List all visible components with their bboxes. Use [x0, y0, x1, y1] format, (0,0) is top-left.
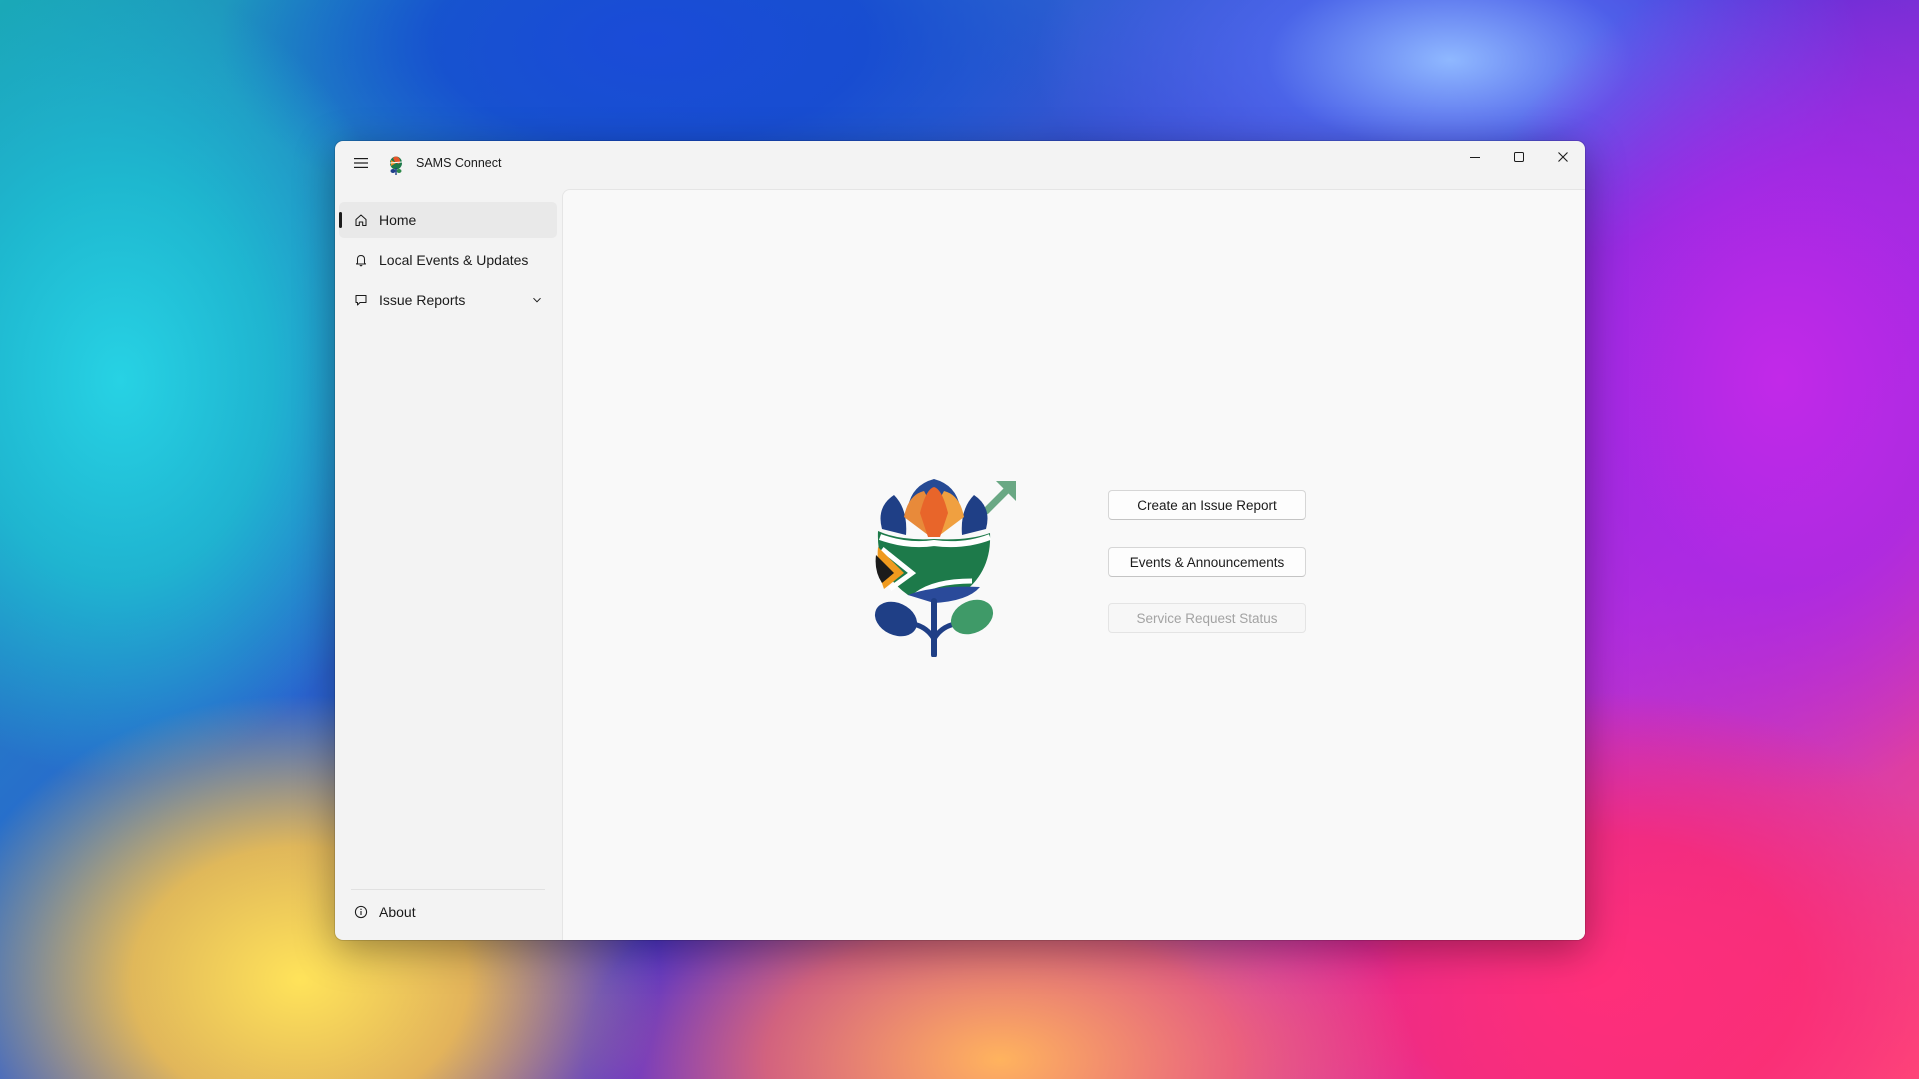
close-button[interactable] [1541, 141, 1585, 173]
sidebar-item-label: Home [379, 212, 417, 228]
sidebar-divider [351, 889, 545, 890]
maximize-icon [1514, 152, 1524, 162]
service-request-status-button[interactable]: Service Request Status [1108, 603, 1306, 633]
sidebar-item-home[interactable]: Home [339, 202, 557, 238]
hamburger-icon [354, 158, 368, 168]
sidebar-item-label: About [379, 904, 416, 920]
minimize-button[interactable] [1453, 141, 1497, 173]
sidebar-item-local-events[interactable]: Local Events & Updates [339, 242, 557, 278]
maximize-button[interactable] [1497, 141, 1541, 173]
sidebar-item-issue-reports[interactable]: Issue Reports [339, 282, 557, 318]
close-icon [1558, 152, 1568, 162]
hamburger-menu-button[interactable] [343, 147, 379, 179]
title-bar[interactable]: SAMS Connect [335, 141, 1585, 189]
home-icon [353, 212, 369, 228]
app-window: SAMS Connect Home Local Events & Updates… [335, 141, 1585, 940]
selection-indicator [339, 212, 342, 228]
events-announcements-button[interactable]: Events & Announcements [1108, 547, 1306, 577]
navigation-sidebar: Home Local Events & Updates Issue Report… [335, 189, 561, 940]
protea-flag-logo [874, 479, 1016, 657]
main-content: Create an Issue Report Events & Announce… [562, 189, 1585, 940]
sidebar-item-label: Issue Reports [379, 292, 466, 308]
sidebar-item-about[interactable]: About [339, 894, 557, 930]
info-icon [353, 904, 369, 920]
app-logo-icon [389, 156, 403, 175]
app-title: SAMS Connect [416, 156, 502, 170]
chevron-down-icon[interactable] [531, 294, 543, 306]
minimize-icon [1470, 157, 1480, 158]
sidebar-item-label: Local Events & Updates [379, 252, 529, 268]
bell-icon [353, 252, 369, 268]
comment-icon [353, 292, 369, 308]
create-issue-report-button[interactable]: Create an Issue Report [1108, 490, 1306, 520]
